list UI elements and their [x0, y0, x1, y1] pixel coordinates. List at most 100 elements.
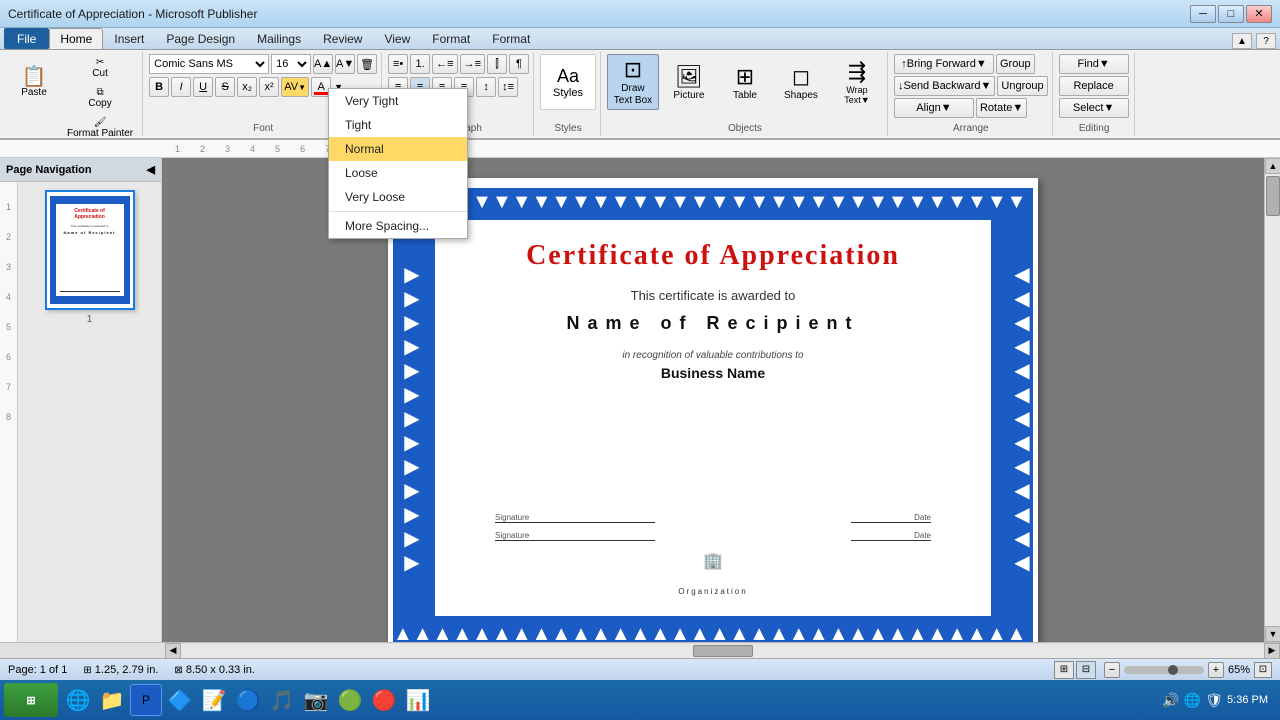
- paragraph-spacing-btn[interactable]: ↕≡: [498, 77, 518, 97]
- tab-format1[interactable]: Format: [421, 28, 481, 49]
- dropdown-item-more-spacing[interactable]: More Spacing...: [329, 214, 467, 238]
- taskbar-misc8[interactable]: 📊: [402, 684, 434, 716]
- pilcrow-btn[interactable]: ¶: [509, 54, 529, 74]
- date1-container: Date: [851, 513, 931, 523]
- picture-button[interactable]: 🖼 Picture: [663, 54, 715, 110]
- zoom-fit-btn[interactable]: ⊡: [1254, 662, 1272, 678]
- select-button[interactable]: Select ▼: [1059, 98, 1129, 118]
- scroll-track-v[interactable]: [1265, 174, 1280, 626]
- dropdown-item-normal[interactable]: Normal: [329, 137, 467, 161]
- copy-button[interactable]: ⧉ Copy: [62, 84, 138, 112]
- taskbar-misc5[interactable]: 📷: [300, 684, 332, 716]
- font-grow-btn[interactable]: A▲: [313, 54, 333, 74]
- list-bullet-btn[interactable]: ≡•: [388, 54, 408, 74]
- size-icon: ⊠: [174, 665, 182, 676]
- ribbon-collapse-btn[interactable]: ▲: [1232, 33, 1252, 49]
- draw-text-box-label: DrawText Box: [614, 83, 652, 107]
- minimize-btn[interactable]: ─: [1190, 5, 1216, 23]
- align-button[interactable]: Align ▼: [894, 98, 974, 118]
- taskbar-misc6[interactable]: 🟢: [334, 684, 366, 716]
- styles-button[interactable]: Aa Styles: [540, 54, 596, 110]
- replace-button[interactable]: Replace: [1059, 76, 1129, 96]
- taskbar-publisher[interactable]: P: [130, 684, 162, 716]
- char-spacing-label: AV: [284, 81, 298, 93]
- underline-button[interactable]: U: [193, 77, 213, 97]
- dropdown-item-very-loose[interactable]: Very Loose: [329, 185, 467, 209]
- taskbar-misc4[interactable]: 🎵: [266, 684, 298, 716]
- view-web-btn[interactable]: ⊟: [1076, 661, 1096, 679]
- find-button[interactable]: Find ▼: [1059, 54, 1129, 74]
- zoom-out-btn[interactable]: −: [1104, 662, 1120, 678]
- dropdown-item-tight[interactable]: Tight: [329, 113, 467, 137]
- indent-increase-btn[interactable]: →≡: [460, 54, 485, 74]
- close-btn[interactable]: ✕: [1246, 5, 1272, 23]
- scroll-thumb-v[interactable]: [1266, 176, 1280, 216]
- dropdown-item-very-tight[interactable]: Very Tight: [329, 89, 467, 113]
- columns-btn[interactable]: ⫿: [487, 54, 507, 74]
- scroll-thumb-h[interactable]: [693, 645, 753, 657]
- subscript-button[interactable]: x₂: [237, 77, 257, 97]
- clear-formatting-btn[interactable]: 🗑: [357, 54, 377, 74]
- shapes-button[interactable]: ◻ Shapes: [775, 54, 827, 110]
- paste-button[interactable]: 📋 Paste: [8, 54, 60, 110]
- group-button[interactable]: Group: [996, 54, 1035, 74]
- tab-mailings[interactable]: Mailings: [246, 28, 312, 49]
- taskbar-misc1[interactable]: 🔷: [164, 684, 196, 716]
- superscript-button[interactable]: x²: [259, 77, 279, 97]
- tab-format2[interactable]: Format: [481, 28, 541, 49]
- line-spacing-btn[interactable]: ↕: [476, 77, 496, 97]
- font-name-select[interactable]: Comic Sans MS: [149, 54, 269, 74]
- font-size-select[interactable]: 16: [271, 54, 311, 74]
- taskbar-misc7[interactable]: 🔴: [368, 684, 400, 716]
- scroll-track-h[interactable]: [181, 644, 1264, 658]
- send-backward-button[interactable]: ↓ Send Backward ▼: [894, 76, 995, 96]
- paragraph-row1: ≡• 1. ←≡ →≡ ⫿ ¶: [388, 54, 529, 74]
- zoom-thumb[interactable]: [1168, 665, 1178, 675]
- sidebar-collapse-icon[interactable]: ◀: [147, 163, 155, 176]
- list-number-btn[interactable]: 1.: [410, 54, 430, 74]
- char-spacing-dropdown: Very Tight Tight Normal Loose Very Loose…: [328, 88, 468, 239]
- taskbar-explorer[interactable]: 🌐: [62, 684, 94, 716]
- maximize-btn[interactable]: □: [1218, 5, 1244, 23]
- char-spacing-button[interactable]: AV ▼: [281, 77, 309, 97]
- scroll-left-btn[interactable]: ◀: [165, 643, 181, 659]
- strikethrough-button[interactable]: S: [215, 77, 235, 97]
- italic-button[interactable]: I: [171, 77, 191, 97]
- tab-review[interactable]: Review: [312, 28, 373, 49]
- signature-section: Signature Date Signature: [455, 513, 971, 541]
- vertical-scrollbar[interactable]: ▲ ▼: [1264, 158, 1280, 642]
- draw-text-box-button[interactable]: ⊡ DrawText Box: [607, 54, 659, 110]
- scroll-up-btn[interactable]: ▲: [1265, 158, 1280, 174]
- page-thumbnail-1[interactable]: Certificate of Appreciation This certifi…: [45, 190, 135, 310]
- arrange-row2: ↓ Send Backward ▼ Ungroup: [894, 76, 1048, 96]
- wrap-text-button[interactable]: ⇶ WrapText▼: [831, 54, 883, 110]
- zoom-slider[interactable]: [1124, 666, 1204, 674]
- taskbar-icons: 🌐 📁 P 🔷 📝 🔵 🎵 📷 🟢 🔴 📊: [62, 684, 1154, 716]
- scroll-right-btn[interactable]: ▶: [1264, 643, 1280, 659]
- tab-home[interactable]: Home: [49, 28, 103, 49]
- tab-page-design[interactable]: Page Design: [155, 28, 246, 49]
- bring-forward-button[interactable]: ↑ Bring Forward ▼: [894, 54, 994, 74]
- cut-button[interactable]: ✂ Cut: [62, 54, 138, 82]
- taskbar-misc2[interactable]: 📝: [198, 684, 230, 716]
- dropdown-item-loose[interactable]: Loose: [329, 161, 467, 185]
- format-painter-button[interactable]: 🖌 Format Painter: [62, 114, 138, 142]
- horizontal-scrollbar[interactable]: ◀ ▶: [0, 642, 1280, 658]
- zoom-in-btn[interactable]: +: [1208, 662, 1224, 678]
- start-button[interactable]: ⊞: [4, 683, 58, 717]
- table-button[interactable]: ⊞ Table: [719, 54, 771, 110]
- bold-button[interactable]: B: [149, 77, 169, 97]
- indent-decrease-btn[interactable]: ←≡: [432, 54, 457, 74]
- view-normal-btn[interactable]: ⊞: [1054, 661, 1074, 679]
- taskbar-documents[interactable]: 📁: [96, 684, 128, 716]
- ungroup-button[interactable]: Ungroup: [997, 76, 1047, 96]
- scroll-down-btn[interactable]: ▼: [1265, 626, 1280, 642]
- rotate-button[interactable]: Rotate ▼: [976, 98, 1027, 118]
- tab-file[interactable]: File: [4, 28, 49, 49]
- shapes-label: Shapes: [784, 90, 818, 101]
- help-btn[interactable]: ?: [1256, 33, 1276, 49]
- tab-view[interactable]: View: [373, 28, 421, 49]
- font-shrink-btn[interactable]: A▼: [335, 54, 355, 74]
- taskbar-misc3[interactable]: 🔵: [232, 684, 264, 716]
- tab-insert[interactable]: Insert: [103, 28, 155, 49]
